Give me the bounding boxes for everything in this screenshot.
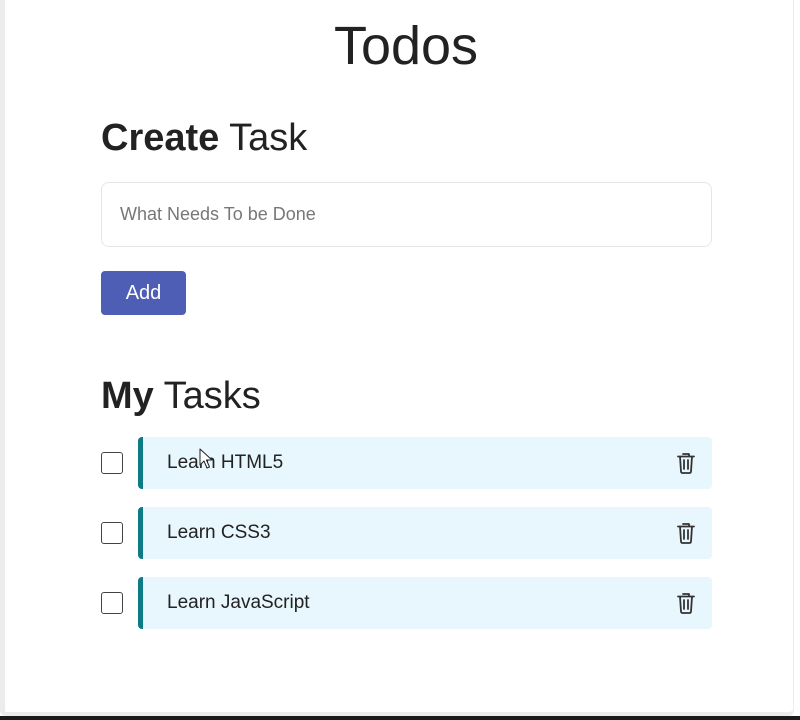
task-checkbox[interactable]: [101, 452, 123, 474]
task-card: Learn CSS3: [138, 507, 712, 559]
add-task-button[interactable]: Add: [101, 271, 186, 315]
delete-task-button[interactable]: [676, 521, 698, 545]
trash-icon: [676, 452, 698, 474]
trash-icon: [676, 522, 698, 544]
new-task-input[interactable]: [101, 182, 712, 247]
task-card: Learn HTML5: [138, 437, 712, 489]
my-tasks-heading-bold: My: [101, 375, 154, 417]
delete-task-button[interactable]: [676, 451, 698, 475]
task-card: Learn JavaScript: [138, 577, 712, 629]
create-task-heading-bold: Create: [101, 117, 220, 159]
task-item: Learn CSS3: [101, 507, 712, 559]
task-label: Learn JavaScript: [167, 592, 310, 613]
my-tasks-heading-rest: Tasks: [153, 375, 261, 417]
taskbar-edge: [0, 716, 800, 720]
create-task-heading-rest: Task: [219, 117, 308, 159]
task-label: Learn HTML5: [167, 452, 284, 473]
app-title: Todos: [333, 16, 479, 76]
task-label: Learn CSS3: [167, 522, 271, 543]
create-task-heading: Create Task: [101, 116, 307, 160]
my-tasks-heading: My Tasks: [101, 374, 261, 418]
task-checkbox[interactable]: [101, 592, 123, 614]
task-list: Learn HTML5 Learn CSS3 Learn JavaScript: [101, 437, 712, 647]
trash-icon: [676, 592, 698, 614]
task-checkbox[interactable]: [101, 522, 123, 544]
delete-task-button[interactable]: [676, 591, 698, 615]
task-item: Learn JavaScript: [101, 577, 712, 629]
task-item: Learn HTML5: [101, 437, 712, 489]
